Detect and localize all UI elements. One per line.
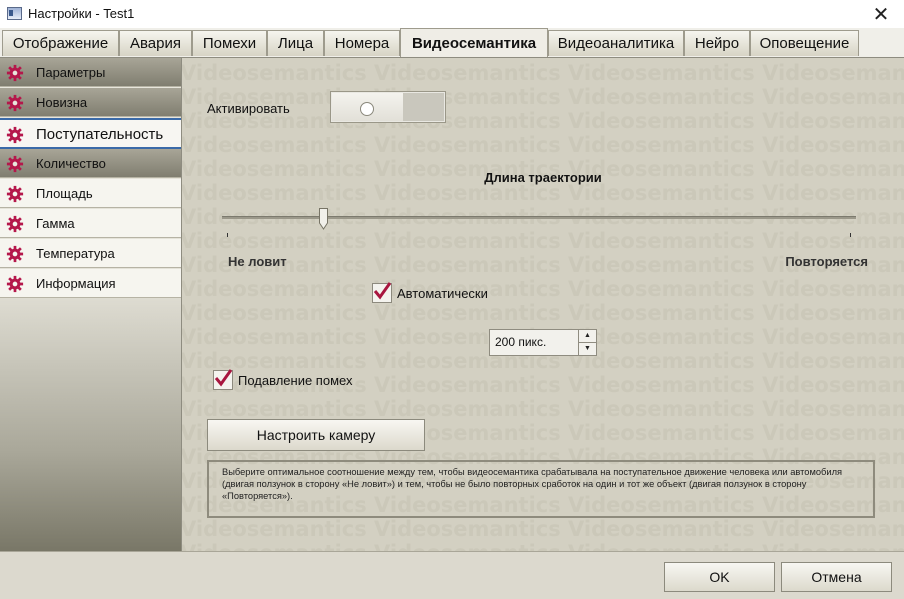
sidebar-item-label: Новизна [36,95,88,110]
window-title: Настройки - Test1 [28,6,135,21]
sidebar-item-parameters[interactable]: Параметры [0,58,181,87]
gear-icon [6,126,24,144]
activate-label: Активировать [207,101,290,116]
trajectory-slider-thumb[interactable] [319,208,328,230]
watermark-line: Videosemantics Videosemantics Videoseman… [182,61,904,85]
watermark-line: Videosemantics Videosemantics Videoseman… [182,301,904,325]
noise-suppression-label: Подавление помех [238,373,353,388]
sidebar-item-translational[interactable]: Поступательность [0,118,181,149]
cancel-button[interactable]: Отмена [781,562,892,592]
sidebar-item-label: Поступательность [36,126,164,143]
sidebar-item-novelty[interactable]: Новизна [0,88,181,117]
settings-panel: Videosemantics Videosemantics Videoseman… [182,58,904,551]
auto-checkbox-label: Автоматически [397,286,488,301]
gear-icon [6,215,24,233]
watermark-line: Videosemantics Videosemantics Videoseman… [182,133,904,157]
slider-min-label: Не ловит [228,254,287,269]
toggle-knob [360,102,374,116]
sidebar-item-label: Температура [36,246,115,261]
watermark-line: Videosemantics Videosemantics Videoseman… [182,229,904,253]
slider-max-label: Повторяется [785,254,868,269]
watermark-line: Videosemantics Videosemantics Videoseman… [182,277,904,301]
trajectory-length-spinbox[interactable]: 200 пикс. ▲ ▼ [489,329,597,356]
gear-icon [6,185,24,203]
spin-up-button[interactable]: ▲ [579,330,596,343]
sidebar: Параметры Новизна Поступательность Колич… [0,58,182,551]
tab-display[interactable]: Отображение [2,30,119,56]
slider-tick [850,233,851,237]
tab-neuro[interactable]: Нейро [684,30,750,56]
watermark-line: Videosemantics Videosemantics Videoseman… [182,85,904,109]
slider-tick [227,233,228,237]
close-button[interactable]: ✕ [858,0,904,28]
spin-value: 200 пикс. [495,335,547,349]
watermark-line: Videosemantics Videosemantics Videoseman… [182,517,904,541]
gear-icon [6,245,24,263]
configure-camera-button[interactable]: Настроить камеру [207,419,425,451]
activate-toggle[interactable] [330,91,446,123]
sidebar-item-label: Гамма [36,216,75,231]
gear-icon [6,155,24,173]
gear-icon [6,94,24,112]
gear-icon [6,275,24,293]
tab-noise[interactable]: Помехи [192,30,267,56]
trajectory-slider-track[interactable] [222,216,856,219]
tab-videoanalytics[interactable]: Видеоаналитика [548,30,684,56]
tab-notification[interactable]: Оповещение [750,30,859,56]
sidebar-item-temperature[interactable]: Температура [0,239,181,268]
sidebar-item-area[interactable]: Площадь [0,179,181,208]
hint-text: Выберите оптимальное соотношение между т… [222,467,843,501]
sidebar-item-quantity[interactable]: Количество [0,149,181,178]
checkmark-icon [373,282,392,300]
app-window-icon [7,7,22,20]
gear-icon [6,64,24,82]
sidebar-item-label: Параметры [36,65,106,80]
watermark-line: Videosemantics Videosemantics Videoseman… [182,109,904,133]
sidebar-item-label: Информация [36,276,116,291]
tab-plates[interactable]: Номера [324,30,400,56]
tab-faces[interactable]: Лица [267,30,324,56]
watermark-line: Videosemantics Videosemantics Videoseman… [182,541,904,551]
noise-suppression-checkbox[interactable] [213,369,233,390]
title-bar: Настройки - Test1 ✕ [0,0,904,29]
hint-box: Выберите оптимальное соотношение между т… [207,460,875,518]
checkmark-icon [214,369,233,387]
tab-videosemantics[interactable]: Видеосемантика [400,28,548,57]
auto-checkbox[interactable] [372,282,392,303]
tab-alarm[interactable]: Авария [119,30,192,56]
sidebar-item-gamma[interactable]: Гамма [0,209,181,238]
tab-bar: Отображение Авария Помехи Лица Номера Ви… [0,28,904,58]
sidebar-item-information[interactable]: Информация [0,269,181,298]
sidebar-item-label: Количество [36,156,106,171]
ok-button[interactable]: OK [664,562,775,592]
slider-title: Длина траектории [484,170,602,185]
watermark-line: Videosemantics Videosemantics Videoseman… [182,397,904,421]
spin-down-button[interactable]: ▼ [579,343,596,355]
sidebar-item-label: Площадь [36,186,93,201]
dialog-footer: OK Отмена [0,551,904,599]
